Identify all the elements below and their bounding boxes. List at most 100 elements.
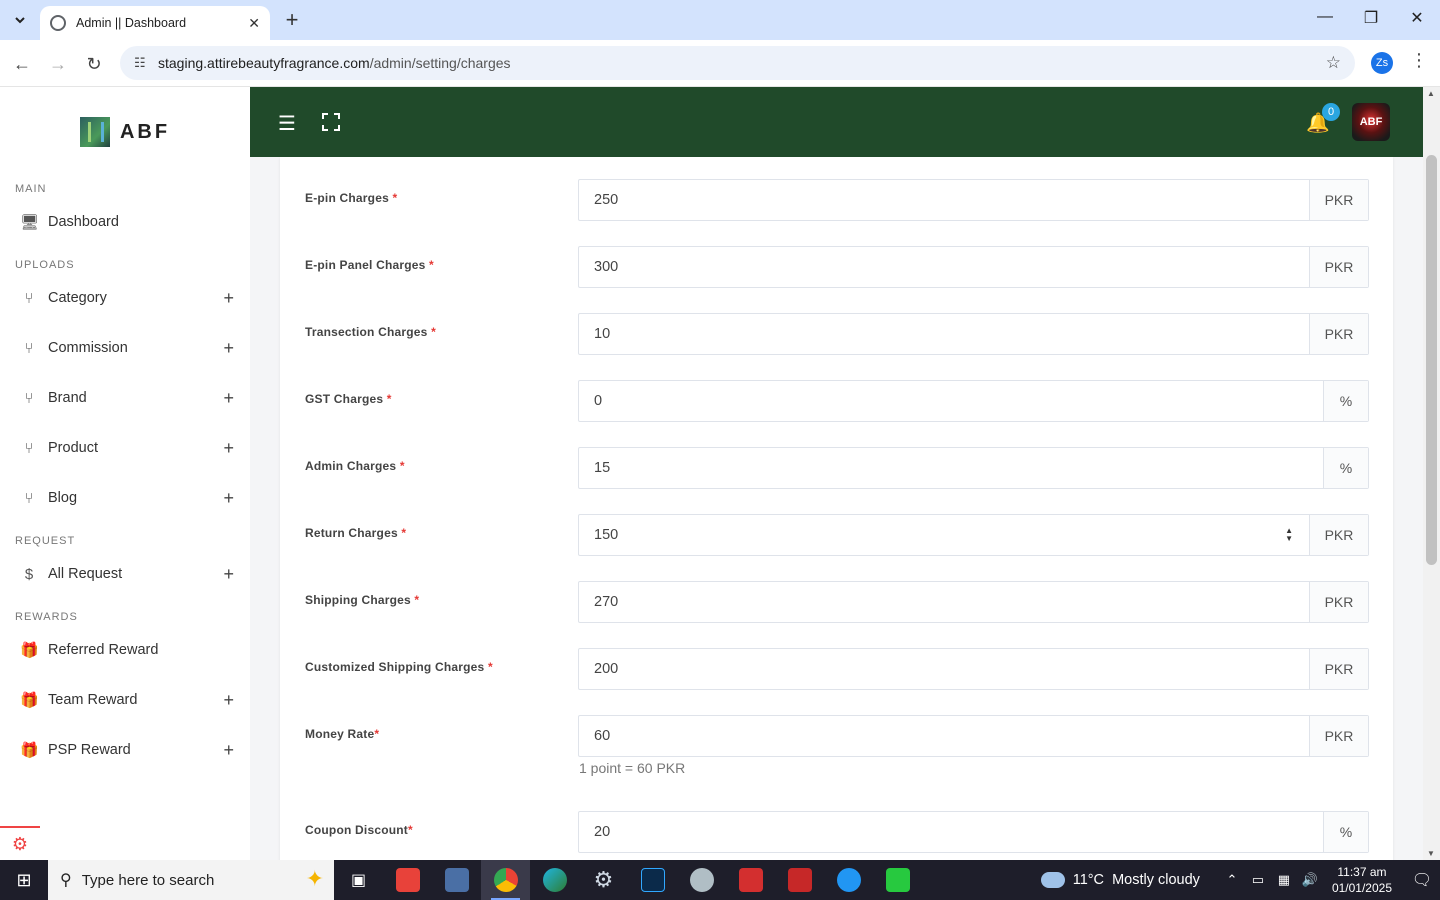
currency-addon: PKR — [1309, 314, 1368, 354]
settings-gear-icon[interactable]: ⚙ — [579, 860, 628, 900]
expand-plus-icon[interactable]: + — [223, 488, 234, 509]
tab-favicon-icon — [50, 15, 66, 31]
taskbar-search-placeholder: Type here to search — [81, 871, 215, 889]
page-scrollbar[interactable]: ▲ ▼ — [1423, 87, 1440, 860]
money-rate-help-text: 1 point = 60 PKR — [579, 760, 686, 776]
back-icon[interactable]: ← — [10, 52, 34, 76]
address-bar[interactable]: ☷ staging.attirebeautyfragrance.com/admi… — [120, 46, 1355, 80]
epin-panel-charges-input[interactable]: 300 PKR — [578, 246, 1369, 288]
return-charges-input[interactable]: 150 ▲ ▼ PKR — [578, 514, 1369, 556]
photoshop-icon[interactable] — [628, 860, 677, 900]
network-icon[interactable]: ▦ — [1272, 872, 1296, 888]
profile-avatar[interactable]: Zs — [1371, 52, 1393, 74]
acrobat-icon[interactable] — [726, 860, 775, 900]
gst-charges-input[interactable]: 0 % — [578, 380, 1369, 422]
sidebar-item-all-request[interactable]: $ All Request + — [0, 549, 250, 599]
main-content: E-pin Charges * 250 PKR E-pin Panel Char… — [250, 157, 1423, 860]
sidebar-item-psp-reward[interactable]: 🎁 PSP Reward + — [0, 725, 250, 775]
reload-icon[interactable]: ↻ — [82, 52, 106, 76]
expand-plus-icon[interactable]: + — [223, 288, 234, 309]
sync-app-icon[interactable] — [824, 860, 873, 900]
windows-taskbar: ⊞ ⚲ Type here to search ✦ ▣ ⚙ 11°C Mostl… — [0, 860, 1440, 900]
currency-addon: PKR — [1309, 180, 1368, 220]
sparkle-icon: ✦ — [305, 866, 324, 891]
sidebar-item-team-reward[interactable]: 🎁 Team Reward + — [0, 675, 250, 725]
tab-close-icon[interactable]: ✕ — [248, 15, 260, 32]
laravel-debug-icon[interactable]: ⚙ — [0, 826, 40, 860]
sidebar-item-category[interactable]: ⑂ Category + — [0, 273, 250, 323]
window-close-icon[interactable]: ✕ — [1402, 8, 1432, 28]
browser-menu-icon[interactable]: ⋮ — [1410, 50, 1428, 71]
windows-start-icon[interactable]: ⊞ — [0, 860, 48, 900]
field-label: Customized Shipping Charges * — [305, 660, 493, 674]
browser-tabstrip: Admin || Dashboard ✕ + — ❐ ✕ — [0, 0, 1440, 40]
field-label: Coupon Discount* — [305, 823, 413, 837]
money-rate-input[interactable]: 60 PKR — [578, 715, 1369, 757]
edge-icon[interactable] — [530, 860, 579, 900]
weather-widget[interactable]: 11°C Mostly cloudy — [1040, 872, 1200, 888]
app-icon[interactable] — [677, 860, 726, 900]
brand[interactable]: ABF — [0, 87, 250, 177]
meet-icon[interactable]: ▭ — [1246, 872, 1270, 888]
calculator-icon[interactable] — [432, 860, 481, 900]
expand-plus-icon[interactable]: + — [223, 740, 234, 761]
volume-icon[interactable]: 🔊 — [1298, 872, 1322, 888]
epin-charges-input[interactable]: 250 PKR — [578, 179, 1369, 221]
brand-logo-icon — [79, 117, 110, 147]
weather-desc: Mostly cloudy — [1112, 872, 1200, 888]
forward-icon[interactable]: → — [46, 52, 70, 76]
sidebar-item-commission[interactable]: ⑂ Commission + — [0, 323, 250, 373]
field-label: Shipping Charges * — [305, 593, 420, 607]
user-avatar[interactable]: ABF — [1352, 103, 1390, 141]
transection-charges-input[interactable]: 10 PKR — [578, 313, 1369, 355]
clock-date: 01/01/2025 — [1331, 881, 1392, 895]
task-view-icon[interactable]: ▣ — [334, 860, 383, 900]
field-label: GST Charges * — [305, 392, 392, 406]
sidebar-item-label: Product — [48, 440, 98, 456]
percent-addon: % — [1323, 381, 1368, 421]
sidebar-item-referred-reward[interactable]: 🎁 Referred Reward — [0, 625, 250, 675]
new-tab-button[interactable]: + — [280, 8, 304, 32]
taskbar-search[interactable]: ⚲ Type here to search ✦ — [48, 860, 334, 900]
customized-shipping-charges-input[interactable]: 200 PKR — [578, 648, 1369, 690]
bookmark-star-icon[interactable]: ☆ — [1326, 53, 1341, 73]
sidebar-item-dashboard[interactable]: 🖥 Dashboard — [0, 197, 250, 247]
expand-plus-icon[interactable]: + — [223, 564, 234, 585]
sidebar-item-label: All Request — [48, 566, 123, 582]
scrollbar-thumb[interactable] — [1426, 155, 1437, 565]
section-title-uploads: UPLOADS — [15, 259, 75, 271]
sidebar-item-label: Dashboard — [48, 214, 119, 230]
chevron-up-icon[interactable]: ⌃ — [1220, 872, 1244, 888]
filezilla-icon[interactable] — [775, 860, 824, 900]
sidebar-item-blog[interactable]: ⑂ Blog + — [0, 473, 250, 523]
notification-center-icon[interactable]: 🗨 — [1404, 870, 1440, 890]
hamburger-menu-icon[interactable]: ☰ — [278, 111, 296, 136]
scroll-up-icon[interactable]: ▲ — [1427, 89, 1435, 98]
section-title-rewards: REWARDS — [15, 611, 78, 623]
scroll-down-icon[interactable]: ▼ — [1427, 849, 1435, 858]
field-label: Money Rate* — [305, 727, 380, 741]
restore-icon[interactable]: ❐ — [1356, 8, 1386, 28]
coupon-discount-input[interactable]: 20 % — [578, 811, 1369, 853]
site-info-icon[interactable]: ☷ — [134, 55, 150, 71]
chrome-icon[interactable] — [481, 860, 530, 900]
minimize-icon[interactable]: — — [1310, 8, 1340, 26]
fullscreen-icon[interactable] — [322, 113, 340, 131]
admin-charges-input[interactable]: 15 % — [578, 447, 1369, 489]
green-app-icon[interactable] — [873, 860, 922, 900]
expand-plus-icon[interactable]: + — [223, 338, 234, 359]
expand-plus-icon[interactable]: + — [223, 438, 234, 459]
shipping-charges-input[interactable]: 270 PKR — [578, 581, 1369, 623]
branch-icon: ⑂ — [24, 439, 34, 457]
anydesk-icon[interactable] — [383, 860, 432, 900]
tab-search-chevron-icon[interactable] — [6, 7, 34, 33]
sidebar: ABF MAIN 🖥 Dashboard UPLOADS ⑂ Category … — [0, 87, 250, 860]
sidebar-item-brand[interactable]: ⑂ Brand + — [0, 373, 250, 423]
expand-plus-icon[interactable]: + — [223, 690, 234, 711]
field-label: E-pin Panel Charges * — [305, 258, 434, 272]
sidebar-item-product[interactable]: ⑂ Product + — [0, 423, 250, 473]
clock[interactable]: 11:37 am 01/01/2025 — [1332, 864, 1392, 896]
browser-tab[interactable]: Admin || Dashboard ✕ — [40, 6, 270, 40]
number-spinner-icon[interactable]: ▲ ▼ — [1285, 527, 1293, 543]
expand-plus-icon[interactable]: + — [223, 388, 234, 409]
